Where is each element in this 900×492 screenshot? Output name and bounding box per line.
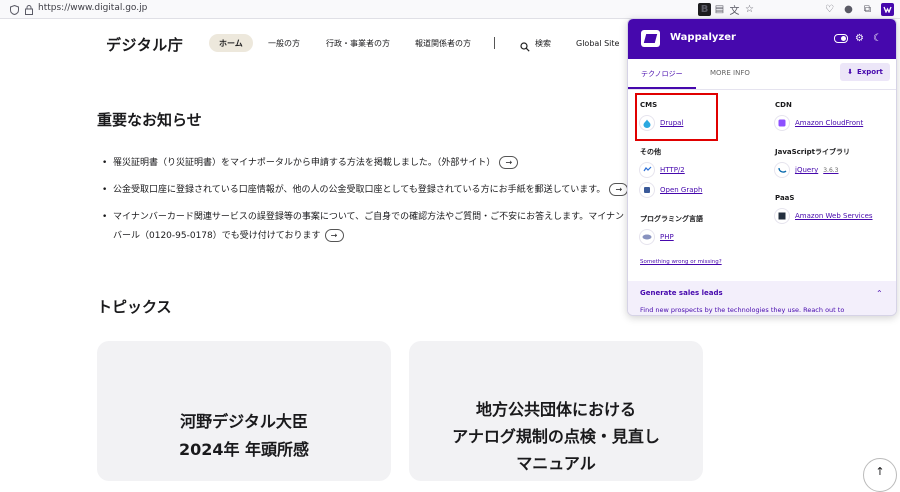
tech-name: Amazon CloudFront (795, 119, 864, 127)
card-title-line: 河野デジタル大臣 (180, 412, 308, 431)
category-programming-language: プログラミング言語 (640, 215, 703, 223)
sales-leads-text: Find new prospects by the technologies t… (640, 306, 845, 314)
tech-amazon-cloudfront[interactable]: Amazon CloudFront (775, 116, 863, 130)
cloudfront-icon (775, 116, 789, 130)
reader-mode-icon[interactable]: ▤ (713, 3, 726, 16)
nav-home[interactable]: ホーム (209, 34, 253, 52)
card-title-line: マニュアル (516, 454, 596, 473)
aws-icon (775, 209, 789, 223)
tech-drupal[interactable]: Drupal (640, 116, 683, 130)
pocket-icon[interactable]: ♡ (823, 3, 836, 16)
category-cdn: CDN (775, 101, 792, 109)
tech-name: PHP (660, 233, 674, 241)
search-icon[interactable] (520, 37, 530, 52)
http2-icon (640, 163, 654, 177)
browser-toolbar: https://www.digital.go.jp B ▤ 文 ☆ ♡ ● ⧉ (0, 0, 900, 19)
tech-name: Open Graph (660, 186, 703, 194)
bookmark-b-icon[interactable]: B (698, 3, 711, 16)
tech-name: HTTP/2 (660, 166, 685, 174)
tech-php[interactable]: PHP (640, 230, 674, 244)
topics-heading: トピックス (97, 298, 172, 316)
bullet: • (102, 185, 108, 195)
nav-government-business[interactable]: 行政・事業者の方 (326, 34, 390, 52)
tech-jquery[interactable]: jQuery 3.6.3 (775, 163, 839, 177)
tech-amazon-web-services[interactable]: Amazon Web Services (775, 209, 873, 223)
export-label: Export (856, 68, 883, 76)
nav-global-site[interactable]: Global Site (576, 34, 619, 52)
bookmark-star-icon[interactable]: ☆ (743, 3, 756, 16)
shield-icon[interactable] (8, 3, 21, 16)
jquery-icon (775, 163, 789, 177)
download-icon: ⬇ (847, 68, 853, 76)
card-title-line: 2024年 年頭所感 (178, 440, 310, 459)
chevron-up-icon[interactable]: ⌃ (876, 289, 883, 298)
tech-name: Amazon Web Services (795, 212, 873, 220)
arrow-right-icon[interactable]: → (609, 183, 629, 196)
tab-technologies[interactable]: テクノロジー (641, 69, 683, 79)
gear-icon[interactable]: ⚙ (855, 33, 864, 44)
lock-icon[interactable] (22, 3, 35, 16)
news-item[interactable]: • マイナンバーカード関連サービスの誤登録等の事案について、ご自身での確認方法や… (102, 208, 627, 246)
news-text[interactable]: 罹災証明書（り災証明書）をマイナポータルから申請する方法を掲載しました。（外部サ… (113, 158, 495, 168)
account-icon[interactable]: ● (842, 3, 855, 16)
sales-leads-panel[interactable]: Generate sales leads ⌃ Find new prospect… (628, 281, 896, 315)
topic-card[interactable]: 地方公共団体における アナログ規制の点検・見直し マニュアル (409, 341, 703, 481)
arrow-right-icon[interactable]: → (499, 156, 519, 169)
active-tab-indicator (628, 87, 696, 89)
news-item[interactable]: • 罹災証明書（り災証明書）をマイナポータルから申請する方法を掲載しました。（外… (102, 154, 632, 173)
open-graph-icon (640, 183, 654, 197)
news-text[interactable]: 公金受取口座に登録されている口座情報が、他の人の公金受取口座としても登録されてい… (113, 185, 605, 195)
arrow-right-icon[interactable]: → (324, 229, 344, 242)
theme-moon-icon[interactable]: ☾ (873, 33, 882, 44)
news-item[interactable]: • 公金受取口座に登録されている口座情報が、他の人の公金受取口座としても登録され… (102, 181, 632, 200)
tech-version: 3.6.3 (823, 166, 839, 174)
nav-general[interactable]: 一般の方 (268, 34, 300, 52)
drupal-icon (640, 116, 654, 130)
bullet: • (102, 158, 108, 168)
news-text[interactable]: マイナンバーカード関連サービスの誤登録等の事案について、ご自身での確認方法やご質… (113, 212, 624, 241)
arrow-up-icon: ↑ (875, 465, 885, 478)
tech-name: Drupal (660, 119, 684, 127)
tech-http2[interactable]: HTTP/2 (640, 163, 685, 177)
something-wrong-link[interactable]: Something wrong or missing? (640, 259, 722, 265)
nav-search[interactable]: 検索 (535, 34, 551, 52)
bullet: • (102, 212, 108, 222)
nav-press[interactable]: 報道関係者の方 (415, 34, 471, 52)
nav-divider (494, 37, 495, 49)
category-cms: CMS (640, 101, 658, 109)
category-other: その他 (640, 148, 661, 156)
wappalyzer-title: Wappalyzer (670, 32, 736, 43)
important-notices-heading: 重要なお知らせ (97, 111, 202, 129)
tab-more-info[interactable]: MORE INFO (710, 69, 750, 77)
wappalyzer-extension-icon[interactable] (881, 3, 894, 16)
toggle-switch[interactable] (834, 34, 848, 43)
tech-open-graph[interactable]: Open Graph (640, 183, 702, 197)
url-field[interactable]: https://www.digital.go.jp (38, 3, 147, 13)
tech-name: jQuery (795, 166, 819, 174)
scroll-to-top-button[interactable]: ↑ (863, 458, 897, 492)
card-title-line: アナログ規制の点検・見直し (452, 427, 660, 446)
php-icon (640, 230, 654, 244)
export-button[interactable]: ⬇ Export (840, 63, 890, 81)
category-paas: PaaS (775, 194, 795, 202)
wappalyzer-logo-icon (641, 30, 660, 47)
site-logo[interactable]: デジタル庁 (106, 34, 183, 55)
category-javascript-library: JavaScriptライブラリ (775, 148, 851, 156)
wappalyzer-popup: Wappalyzer ⚙ ☾ テクノロジー MORE INFO ⬇ Export… (627, 18, 897, 316)
translate-icon[interactable]: 文 (728, 3, 741, 17)
topic-card[interactable]: 河野デジタル大臣 2024年 年頭所感 (97, 341, 391, 481)
extensions-icon[interactable]: ⧉ (861, 3, 874, 16)
sales-leads-title[interactable]: Generate sales leads (640, 289, 723, 297)
wappalyzer-header: Wappalyzer ⚙ ☾ (628, 19, 896, 59)
card-title-line: 地方公共団体における (475, 400, 636, 419)
